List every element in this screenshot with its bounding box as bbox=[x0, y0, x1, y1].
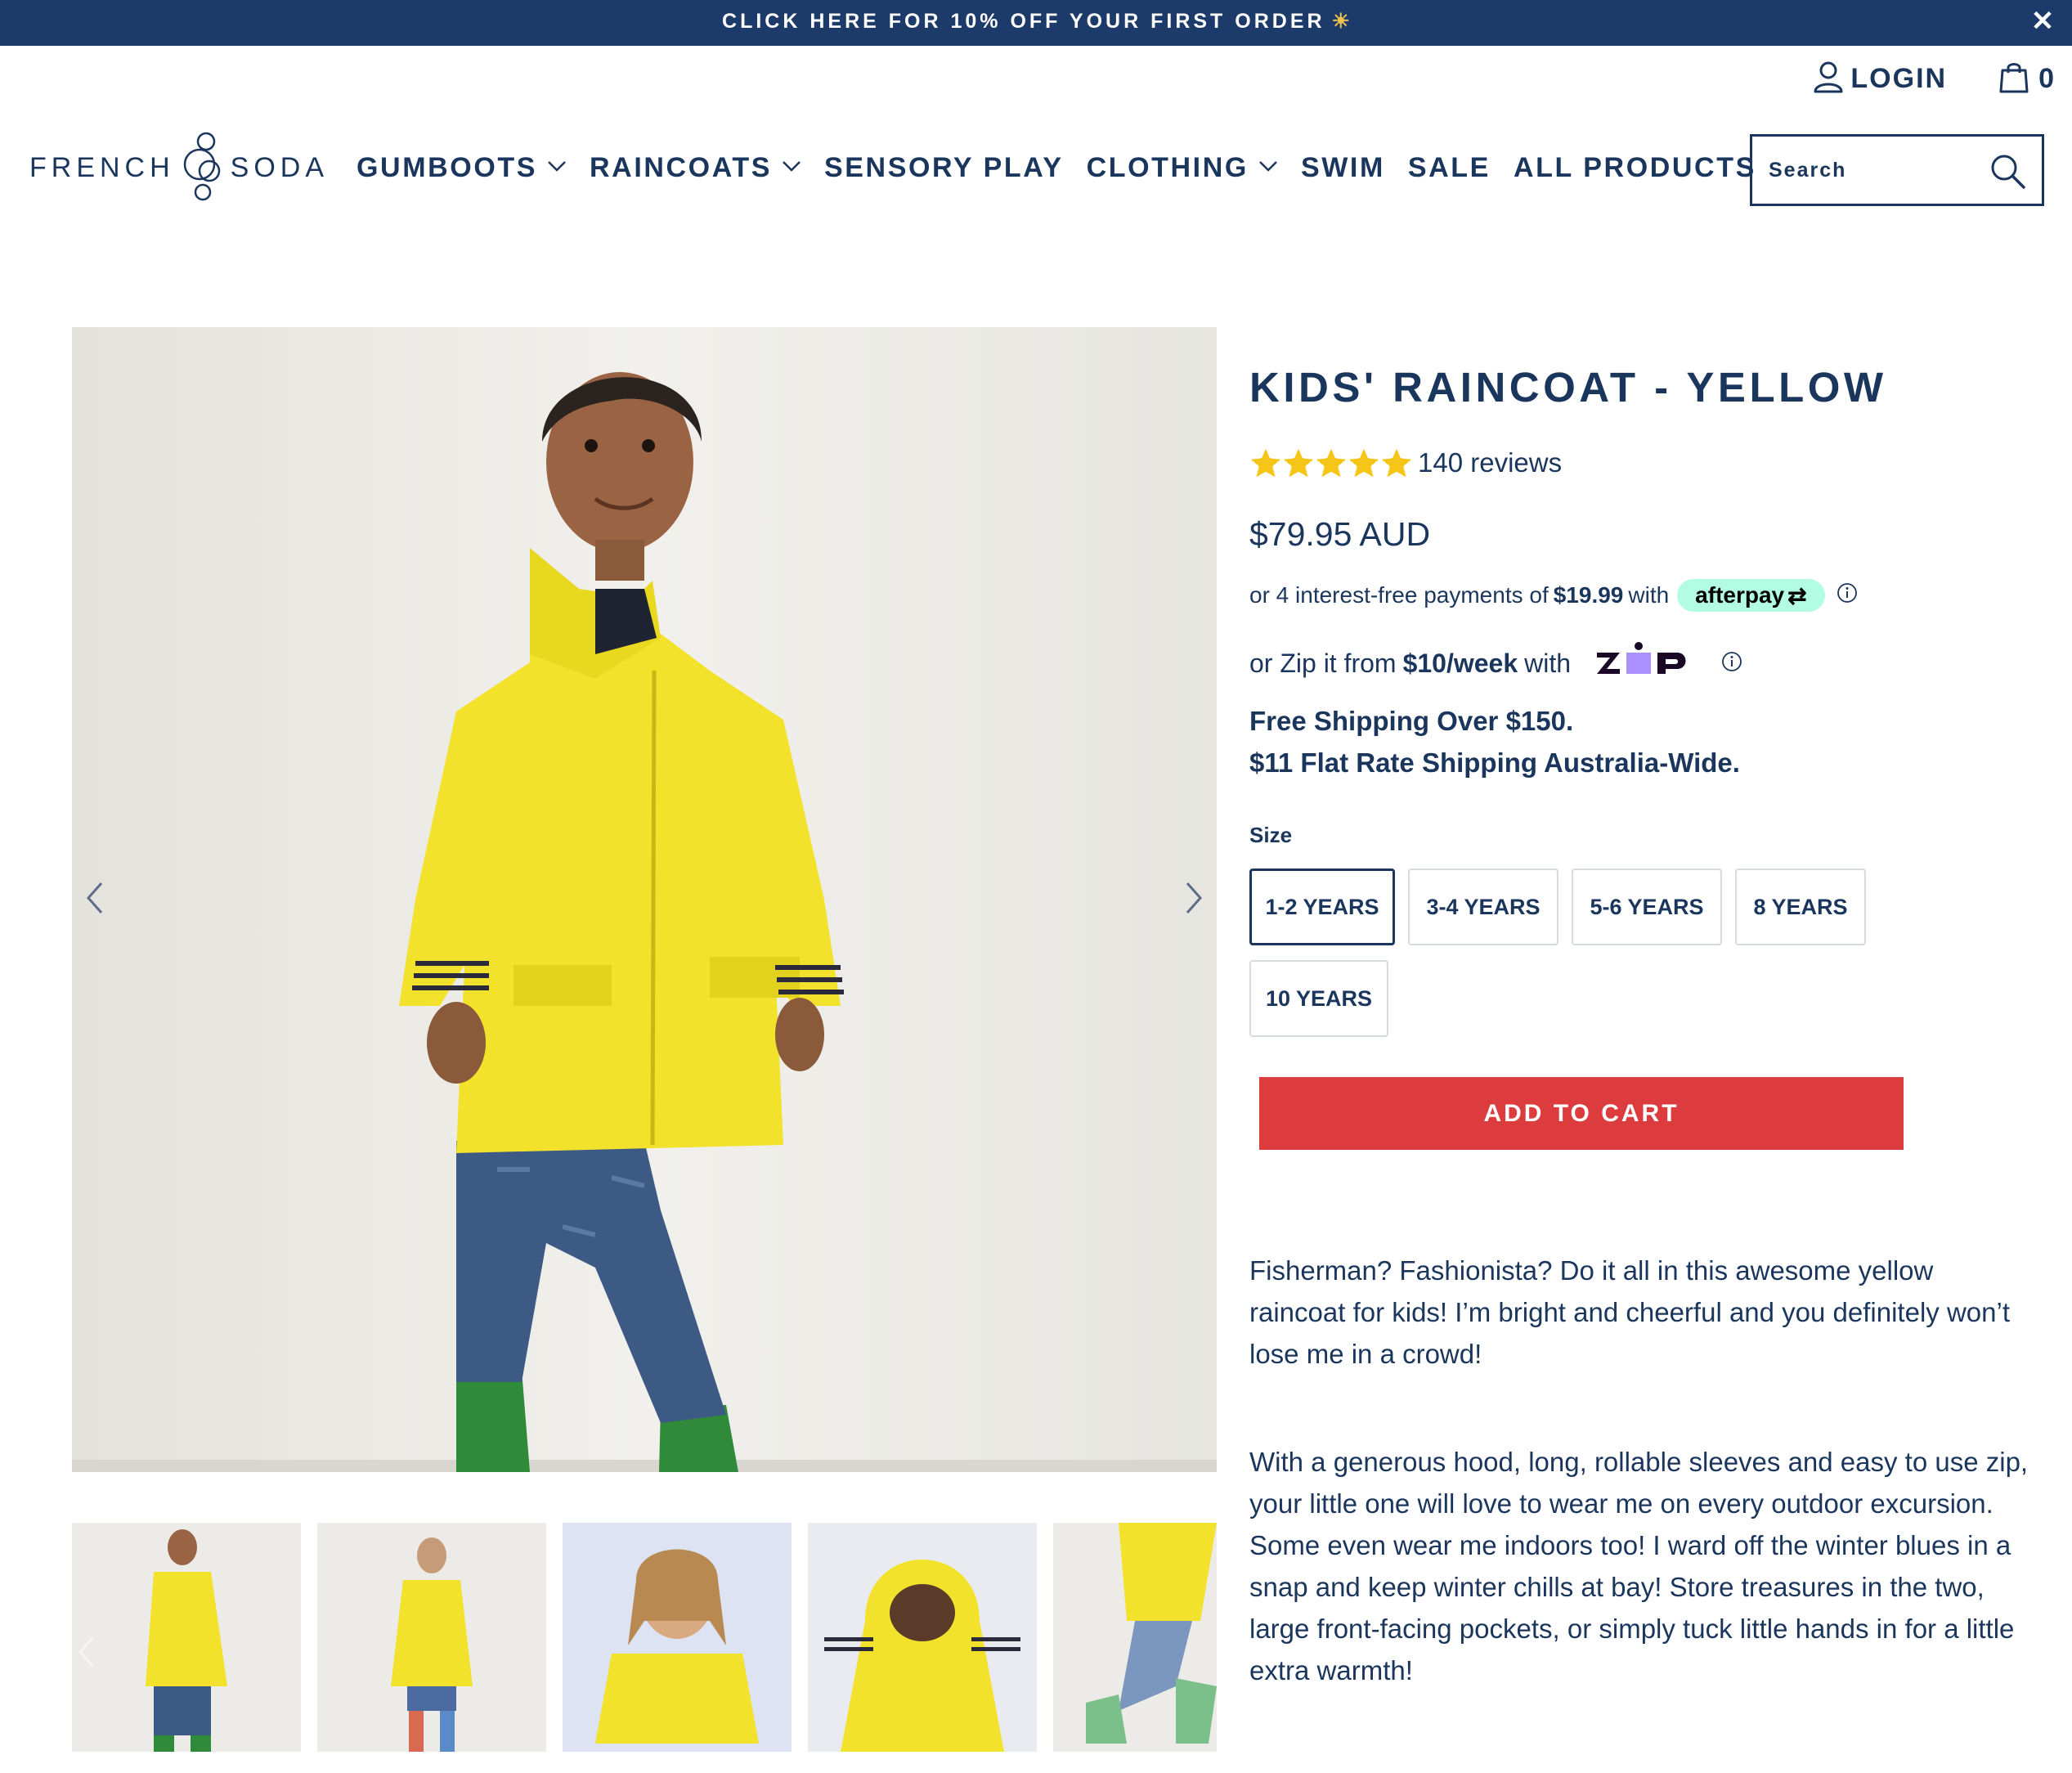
login-link[interactable]: LOGIN bbox=[1813, 61, 1947, 97]
nav-item-swim[interactable]: SWIM bbox=[1301, 152, 1385, 184]
size-option-1-2-years[interactable]: 1-2 YEARS bbox=[1249, 869, 1395, 945]
search-input[interactable] bbox=[1769, 158, 1989, 182]
thumbnail-2[interactable] bbox=[317, 1523, 546, 1752]
announcement-link[interactable]: CLICK HERE FOR 10% OFF YOUR FIRST ORDER ☀ bbox=[0, 0, 2072, 43]
chevron-right-icon[interactable] bbox=[1184, 880, 1204, 920]
thumbnail-3[interactable] bbox=[563, 1523, 792, 1752]
nav-label[interactable]: SENSORY PLAY bbox=[824, 152, 1064, 184]
size-option-10-years[interactable]: 10 YEARS bbox=[1249, 960, 1388, 1037]
cart-link[interactable]: 0 bbox=[1999, 61, 2054, 97]
bubbles-logo-icon bbox=[180, 130, 226, 206]
info-icon[interactable] bbox=[1837, 582, 1858, 609]
thumbnail-prev-button[interactable] bbox=[77, 1634, 110, 1675]
product-description-paragraph: Fisherman? Fashionista? Do it all in thi… bbox=[1249, 1255, 2010, 1369]
nav-item-clothing[interactable]: CLOTHING bbox=[1087, 152, 1278, 184]
user-icon bbox=[1813, 61, 1844, 97]
thumbnail-strip bbox=[72, 1523, 1217, 1752]
star-icon bbox=[1381, 448, 1412, 478]
nav-label[interactable]: SWIM bbox=[1301, 152, 1385, 184]
chevron-left-icon[interactable] bbox=[77, 1636, 96, 1673]
login-label[interactable]: LOGIN bbox=[1850, 63, 1947, 95]
zip-logo[interactable] bbox=[1595, 641, 1690, 685]
search-icon[interactable] bbox=[1988, 151, 2027, 191]
chevron-down-icon[interactable] bbox=[547, 160, 567, 176]
nav-item-sale[interactable]: SALE bbox=[1408, 152, 1491, 184]
free-shipping-line: Free Shipping Over $150. bbox=[1249, 706, 1574, 736]
search-box bbox=[1750, 134, 2044, 206]
flat-rate-shipping-line: $11 Flat Rate Shipping Australia-Wide. bbox=[1249, 747, 1740, 778]
main-product-image[interactable] bbox=[72, 327, 1217, 1472]
chevron-down-icon[interactable] bbox=[1258, 160, 1278, 176]
info-icon[interactable] bbox=[1721, 649, 1742, 679]
nav-item-all-products[interactable]: ALL PRODUCTS bbox=[1514, 152, 1756, 184]
nav-item-raincoats[interactable]: RAINCOATS bbox=[590, 152, 801, 184]
main-nav: GUMBOOTS RAINCOATS SENSORY PLAY CLOTHING… bbox=[357, 147, 1779, 188]
site-logo[interactable]: FRENCH SODA bbox=[29, 131, 324, 204]
size-option-5-6-years[interactable]: 5-6 YEARS bbox=[1572, 869, 1722, 945]
close-icon[interactable]: ✕ bbox=[2028, 7, 2057, 36]
chevron-down-icon[interactable] bbox=[782, 160, 801, 176]
afterpay-badge[interactable]: afterpay ⇄ bbox=[1677, 579, 1825, 612]
afterpay-amount: $19.99 bbox=[1553, 582, 1624, 608]
logo-word-soda: SODA bbox=[230, 151, 330, 183]
sun-icon: ☀ bbox=[1331, 10, 1350, 33]
star-icon bbox=[1316, 448, 1347, 478]
gallery-next-button[interactable] bbox=[1174, 875, 1213, 924]
product-description-paragraph: With a generous hood, long, rollable sle… bbox=[1249, 1447, 2029, 1685]
header-utility: LOGIN 0 bbox=[1813, 57, 2054, 100]
product-title: KIDS' RAINCOAT - YELLOW bbox=[1249, 364, 1887, 411]
zip-prefix: or Zip it from bbox=[1249, 648, 1397, 678]
nav-label[interactable]: SALE bbox=[1408, 152, 1491, 184]
nav-label[interactable]: CLOTHING bbox=[1087, 152, 1249, 184]
child-in-yellow-raincoat-image bbox=[72, 327, 1217, 1472]
thumbnail-4[interactable] bbox=[808, 1523, 1037, 1752]
afterpay-prefix: or 4 interest-free payments of bbox=[1249, 582, 1549, 608]
zip-suffix: with bbox=[1524, 648, 1572, 678]
shipping-info: Free Shipping Over $150. $11 Flat Rate S… bbox=[1249, 700, 1740, 783]
size-option-3-4-years[interactable]: 3-4 YEARS bbox=[1408, 869, 1558, 945]
thumbnail-image bbox=[808, 1523, 1037, 1752]
afterpay-message: or 4 interest-free payments of $19.99 wi… bbox=[1249, 577, 1858, 613]
afterpay-suffix: with bbox=[1628, 582, 1670, 608]
nav-label[interactable]: GUMBOOTS bbox=[357, 152, 537, 184]
nav-label[interactable]: RAINCOATS bbox=[590, 152, 772, 184]
star-icon bbox=[1283, 448, 1314, 478]
size-option-8-years[interactable]: 8 YEARS bbox=[1735, 869, 1866, 945]
zip-amount: $10/week bbox=[1402, 648, 1518, 678]
afterpay-badge-label: afterpay bbox=[1695, 582, 1785, 608]
nav-label[interactable]: ALL PRODUCTS bbox=[1514, 152, 1756, 184]
product-rating[interactable]: 140 reviews bbox=[1249, 445, 1562, 481]
shopping-bag-icon bbox=[1999, 61, 2029, 97]
thumbnail-image bbox=[563, 1523, 792, 1752]
thumbnail-image bbox=[317, 1523, 546, 1752]
reviews-count[interactable]: 140 reviews bbox=[1418, 447, 1562, 478]
zip-message: or Zip it from $10/week with bbox=[1249, 641, 1742, 685]
cart-count[interactable]: 0 bbox=[2038, 63, 2054, 95]
nav-item-gumboots[interactable]: GUMBOOTS bbox=[357, 152, 567, 184]
announcement-text[interactable]: CLICK HERE FOR 10% OFF YOUR FIRST ORDER bbox=[722, 10, 1325, 33]
add-to-cart-button[interactable]: ADD TO CART bbox=[1259, 1077, 1904, 1150]
afterpay-arrows-icon: ⇄ bbox=[1787, 582, 1807, 608]
nav-item-sensory-play[interactable]: SENSORY PLAY bbox=[824, 152, 1064, 184]
star-icon bbox=[1348, 448, 1379, 478]
logo-word-french: FRENCH bbox=[29, 151, 175, 183]
thumbnail-image bbox=[1053, 1523, 1217, 1752]
gallery-prev-button[interactable] bbox=[75, 875, 114, 924]
star-rating bbox=[1249, 447, 1413, 478]
thumbnail-5[interactable] bbox=[1053, 1523, 1217, 1752]
size-label: Size bbox=[1249, 823, 1293, 847]
star-icon bbox=[1250, 448, 1281, 478]
announcement-bar[interactable]: CLICK HERE FOR 10% OFF YOUR FIRST ORDER ☀… bbox=[0, 0, 2072, 46]
product-price: $79.95 AUD bbox=[1249, 515, 1431, 553]
chevron-left-icon[interactable] bbox=[85, 880, 105, 920]
